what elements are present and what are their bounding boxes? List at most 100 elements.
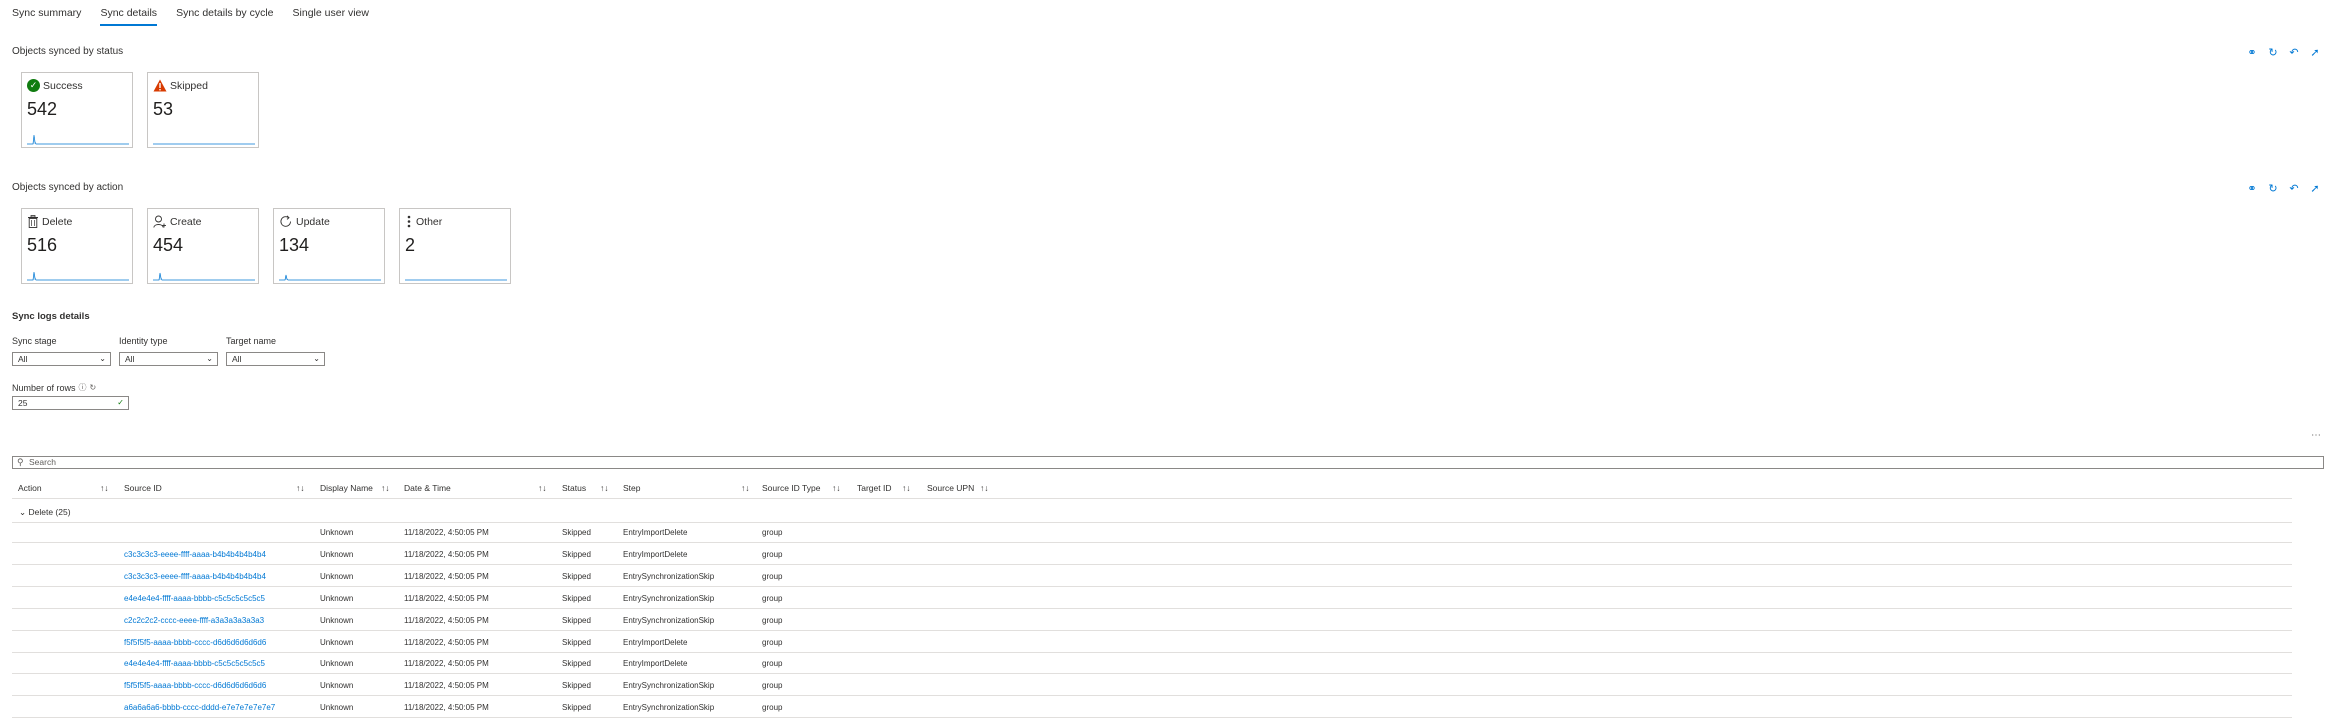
- other-value: 2: [405, 235, 416, 255]
- other-tile[interactable]: Other 2: [399, 208, 511, 284]
- row-divider: [12, 564, 2292, 565]
- rows-input[interactable]: 25 ✓: [12, 396, 129, 410]
- delete-value: 516: [27, 235, 58, 255]
- source-id-cell[interactable]: f5f5f5f5-aaaa-bbbb-cccc-d6d6d6d6d6d6: [124, 638, 266, 647]
- step-cell: EntryImportDelete: [623, 638, 688, 647]
- sort-icon[interactable]: ↑↓: [902, 483, 911, 493]
- skipped-tile[interactable]: Skipped 53: [147, 72, 259, 148]
- column-header[interactable]: Source ID: [124, 483, 162, 493]
- sort-icon[interactable]: ↑↓: [980, 483, 989, 493]
- column-header[interactable]: Display Name: [320, 483, 373, 493]
- delete-tile[interactable]: Delete 516: [21, 208, 133, 284]
- warning-icon: [153, 79, 167, 92]
- sort-icon[interactable]: ↑↓: [100, 483, 109, 493]
- tab-sync-summary[interactable]: Sync summary: [12, 6, 81, 26]
- identity-type-dropdown[interactable]: All ⌄: [119, 352, 218, 366]
- sort-icon[interactable]: ↑↓: [741, 483, 750, 493]
- update-label: Update: [296, 215, 330, 228]
- search-input[interactable]: ⚲ Search: [12, 456, 2324, 469]
- target-name-dropdown[interactable]: All ⌄: [226, 352, 325, 366]
- refresh-icon[interactable]: ↻: [2267, 182, 2279, 195]
- column-header[interactable]: Status: [562, 483, 586, 493]
- link-icon[interactable]: ⚭: [2246, 46, 2258, 59]
- date-time-cell: 11/18/2022, 4:50:05 PM: [404, 550, 489, 559]
- undo-icon[interactable]: ↶: [2288, 46, 2300, 59]
- checkmark-icon: ✓: [117, 398, 124, 407]
- sort-icon[interactable]: ↑↓: [538, 483, 547, 493]
- logs-section-title: Sync logs details: [12, 311, 90, 322]
- pin-icon[interactable]: ➚: [2309, 46, 2321, 59]
- update-tile[interactable]: Update 134: [273, 208, 385, 284]
- sort-icon[interactable]: ↑↓: [600, 483, 609, 493]
- step-cell: EntrySynchronizationSkip: [623, 681, 715, 690]
- group-delete-toggle[interactable]: ⌄ Delete (25): [19, 507, 71, 518]
- chevron-down-icon: ⌄: [206, 354, 213, 363]
- identity-type-value: All: [125, 354, 135, 364]
- source-id-cell[interactable]: c3c3c3c3-eeee-ffff-aaaa-b4b4b4b4b4b4: [124, 572, 266, 581]
- identity-type-label: Identity type: [119, 336, 168, 346]
- column-header[interactable]: Source ID Type: [762, 483, 820, 493]
- link-icon[interactable]: ⚭: [2246, 182, 2258, 195]
- sort-icon[interactable]: ↑↓: [832, 483, 841, 493]
- column-header[interactable]: Date & Time: [404, 483, 451, 493]
- source-id-cell[interactable]: e4e4e4e4-ffff-aaaa-bbbb-c5c5c5c5c5c5: [124, 594, 265, 603]
- source-id-cell[interactable]: c2c2c2c2-cccc-eeee-ffff-a3a3a3a3a3a3: [124, 616, 264, 625]
- display-name-cell: Unknown: [320, 550, 354, 559]
- success-value: 542: [27, 99, 58, 119]
- tab-single-user-view[interactable]: Single user view: [293, 6, 369, 26]
- source-id-type-cell: group: [762, 572, 783, 581]
- source-id-type-cell: group: [762, 550, 783, 559]
- add-user-icon: [153, 215, 166, 228]
- update-value: 134: [279, 235, 310, 255]
- success-sparkline: [27, 134, 129, 145]
- check-circle-icon: ✓: [27, 79, 40, 92]
- delete-sparkline: [27, 271, 129, 281]
- display-name-cell: Unknown: [320, 681, 354, 690]
- success-label: Success: [43, 79, 83, 92]
- pin-icon[interactable]: ➚: [2309, 182, 2321, 195]
- display-name-cell: Unknown: [320, 638, 354, 647]
- step-cell: EntrySynchronizationSkip: [623, 594, 715, 603]
- other-sparkline: [405, 279, 507, 281]
- action-section-title: Objects synced by action: [12, 182, 124, 193]
- row-divider: [12, 542, 2292, 543]
- status-cell: Skipped: [562, 616, 591, 625]
- sort-icon[interactable]: ↑↓: [296, 483, 305, 493]
- skipped-value: 53: [153, 99, 174, 119]
- group-divider: [12, 522, 2292, 523]
- tab-sync-details-by-cycle[interactable]: Sync details by cycle: [176, 6, 273, 26]
- more-options-icon[interactable]: ⋯: [2311, 430, 2321, 441]
- date-time-cell: 11/18/2022, 4:50:05 PM: [404, 703, 489, 712]
- status-cell: Skipped: [562, 681, 591, 690]
- tab-sync-details[interactable]: Sync details: [100, 6, 158, 26]
- search-placeholder: Search: [29, 457, 56, 467]
- display-name-cell: Unknown: [320, 616, 354, 625]
- refresh-icon[interactable]: ↻: [90, 383, 97, 392]
- tab-bar: Sync summary Sync details Sync details b…: [12, 6, 388, 26]
- info-icon[interactable]: ⓘ: [79, 382, 87, 393]
- column-header[interactable]: Target ID: [857, 483, 892, 493]
- skipped-label: Skipped: [170, 79, 208, 92]
- status-cell: Skipped: [562, 594, 591, 603]
- display-name-cell: Unknown: [320, 594, 354, 603]
- status-cell: Skipped: [562, 659, 591, 668]
- sort-icon[interactable]: ↑↓: [381, 483, 390, 493]
- column-header[interactable]: Step: [623, 483, 641, 493]
- source-id-type-cell: group: [762, 616, 783, 625]
- source-id-cell[interactable]: f5f5f5f5-aaaa-bbbb-cccc-d6d6d6d6d6d6: [124, 681, 266, 690]
- source-id-cell[interactable]: e4e4e4e4-ffff-aaaa-bbbb-c5c5c5c5c5c5: [124, 659, 265, 668]
- success-tile[interactable]: ✓ Success 542: [21, 72, 133, 148]
- status-section-title: Objects synced by status: [12, 46, 124, 57]
- create-tile[interactable]: Create 454: [147, 208, 259, 284]
- row-divider: [12, 652, 2292, 653]
- sync-stage-dropdown[interactable]: All ⌄: [12, 352, 111, 366]
- column-header[interactable]: Source UPN: [927, 483, 974, 493]
- column-header[interactable]: Action: [18, 483, 42, 493]
- source-id-cell[interactable]: c3c3c3c3-eeee-ffff-aaaa-b4b4b4b4b4b4: [124, 550, 266, 559]
- source-id-cell[interactable]: a6a6a6a6-bbbb-cccc-dddd-e7e7e7e7e7e7: [124, 703, 275, 712]
- source-id-type-cell: group: [762, 703, 783, 712]
- status-cell: Skipped: [562, 550, 591, 559]
- refresh-icon[interactable]: ↻: [2267, 46, 2279, 59]
- undo-icon[interactable]: ↶: [2288, 182, 2300, 195]
- date-time-cell: 11/18/2022, 4:50:05 PM: [404, 528, 489, 537]
